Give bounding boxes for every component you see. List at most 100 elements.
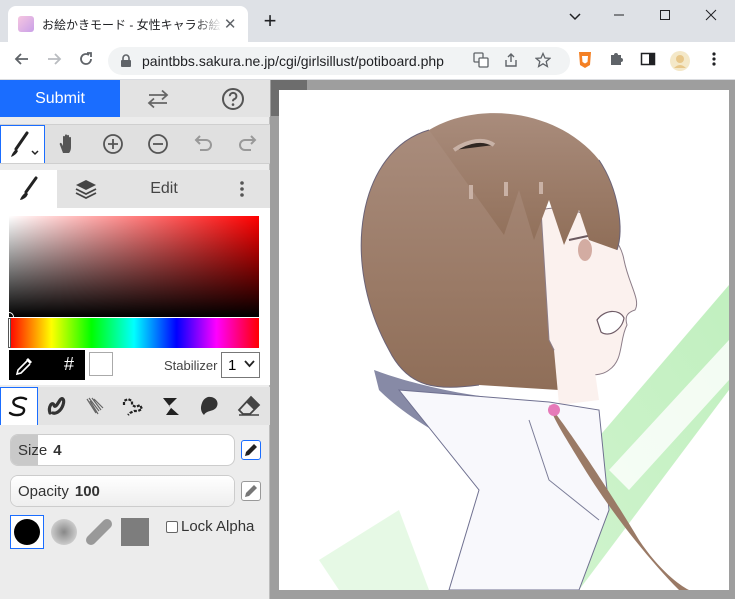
brush-icon [19, 176, 37, 200]
line-tip-button[interactable] [82, 515, 116, 549]
saturation-value-box[interactable] [4, 216, 259, 322]
share-icon[interactable] [502, 52, 520, 70]
size-slider[interactable]: Size 4 [10, 434, 235, 466]
new-tab-button[interactable]: + [258, 10, 282, 34]
lock-alpha-box[interactable] [166, 520, 178, 533]
tab-layers[interactable] [57, 170, 114, 208]
round-soft-tip-button[interactable] [47, 515, 81, 549]
opacity-pressure-toggle[interactable] [241, 481, 261, 501]
undo-button[interactable] [180, 125, 225, 163]
back-icon[interactable] [10, 49, 34, 73]
brush-icon [10, 131, 39, 157]
translate-icon[interactable] [472, 52, 490, 70]
panel-tabs: Edit [0, 170, 270, 208]
hue-slider[interactable] [8, 318, 259, 348]
browser-tab[interactable]: お絵かきモード - 女性キャラお絵かき掲示板 ✕ [8, 6, 248, 42]
line-tip-icon [86, 519, 112, 545]
stabilizer-label: Stabilizer [164, 358, 218, 373]
brush-tool-button[interactable] [0, 125, 45, 163]
current-color-swatch[interactable]: # [9, 350, 85, 380]
hex-input-button[interactable]: # [64, 354, 74, 375]
chemy-brush-button[interactable] [152, 387, 190, 425]
tool-row [0, 124, 270, 164]
side-panel-icon[interactable] [638, 51, 658, 71]
address-bar[interactable]: paintbbs.sakura.ne.jp/cgi/girlsillust/po… [108, 47, 570, 75]
pen-pressure-icon [245, 444, 257, 456]
eraser-button[interactable] [230, 387, 268, 425]
round-hard-tip-icon [14, 519, 40, 545]
browser-menu-icon[interactable] [704, 51, 724, 71]
reload-icon[interactable] [74, 49, 98, 73]
tab-search-icon[interactable] [552, 4, 598, 28]
hand-tool-button[interactable] [45, 125, 90, 163]
pen-stroke-icon [8, 396, 28, 416]
hue-cursor[interactable] [8, 318, 11, 348]
close-tab-icon[interactable]: ✕ [222, 15, 238, 33]
help-button[interactable] [196, 80, 270, 117]
secondary-color-swatch[interactable] [89, 352, 113, 376]
stabilizer-value: 1 [228, 356, 237, 374]
layers-icon [75, 180, 96, 200]
drawing-canvas[interactable] [279, 90, 729, 590]
tab-strip: お絵かきモード - 女性キャラお絵かき掲示板 ✕ + [0, 0, 735, 42]
eraser-icon [237, 395, 261, 416]
redo-icon [238, 135, 256, 151]
tool-panel: Submit Edit # Stabilizer 1 Size 4 Opacit… [0, 80, 270, 599]
bookmark-star-icon[interactable] [534, 51, 552, 70]
maximize-icon[interactable] [642, 4, 688, 28]
paint-app: Submit Edit # Stabilizer 1 Size 4 Opacit… [0, 80, 735, 599]
size-value: 4 [53, 442, 62, 459]
smudge-stroke-icon [200, 396, 218, 415]
color-row: # Stabilizer 1 [0, 348, 270, 384]
size-pressure-toggle[interactable] [241, 440, 261, 460]
zoom-out-icon [147, 134, 168, 154]
sketchy-brush-button[interactable] [76, 387, 114, 425]
opacity-slider[interactable]: Opacity 100 [10, 475, 235, 507]
swap-panel-button[interactable] [120, 80, 196, 117]
url-text: paintbbs.sakura.ne.jp/cgi/girlsillust/po… [142, 53, 444, 69]
square-tip-button[interactable] [118, 515, 152, 549]
submit-button[interactable]: Submit [0, 80, 120, 117]
stabilizer-select[interactable]: 1 [221, 352, 260, 378]
opacity-label: Opacity [18, 483, 69, 500]
size-label: Size [18, 442, 48, 459]
pixel-stroke-icon [122, 397, 144, 416]
extension-shield-icon[interactable] [575, 51, 595, 71]
browser-toolbar: paintbbs.sakura.ne.jp/cgi/girlsillust/po… [0, 42, 735, 80]
more-menu-button[interactable] [214, 170, 270, 208]
hand-icon [59, 134, 71, 153]
tab-edit[interactable]: Edit [114, 170, 214, 208]
opacity-readout: Opacity 100 [18, 483, 100, 500]
blend-brush-button[interactable] [38, 387, 76, 425]
lock-alpha-checkbox[interactable]: Lock Alpha [166, 518, 254, 535]
chevron-down-icon [244, 360, 255, 368]
zoom-in-icon [102, 134, 123, 154]
redo-button[interactable] [225, 125, 270, 163]
pixel-brush-button[interactable] [114, 387, 152, 425]
more-vertical-icon [240, 181, 244, 197]
tab-title: お絵かきモード - 女性キャラお絵かき掲示板 [42, 17, 222, 32]
sketchy-stroke-icon [86, 397, 104, 415]
pen-brush-button[interactable] [0, 387, 38, 425]
zoom-in-button[interactable] [90, 125, 135, 163]
close-window-icon[interactable] [688, 4, 734, 28]
smudge-brush-button[interactable] [190, 387, 228, 425]
size-readout: Size 4 [18, 442, 62, 459]
help-icon [222, 87, 244, 110]
square-tip-icon [121, 518, 149, 546]
artwork-illustration [319, 113, 729, 590]
lock-icon[interactable] [120, 54, 132, 73]
eyedropper-icon[interactable] [13, 355, 35, 382]
profile-avatar[interactable] [670, 51, 690, 71]
top-action-row: Submit [0, 80, 270, 117]
minimize-icon[interactable] [596, 4, 642, 28]
tab-brush[interactable] [0, 170, 57, 208]
forward-icon[interactable] [42, 49, 66, 73]
extensions-puzzle-icon[interactable] [606, 51, 626, 71]
round-hard-tip-button[interactable] [10, 515, 44, 549]
blend-stroke-icon [47, 397, 66, 415]
brush-type-row [0, 387, 270, 425]
lock-alpha-label: Lock Alpha [181, 518, 255, 535]
zoom-out-button[interactable] [135, 125, 180, 163]
undo-icon [194, 135, 212, 151]
